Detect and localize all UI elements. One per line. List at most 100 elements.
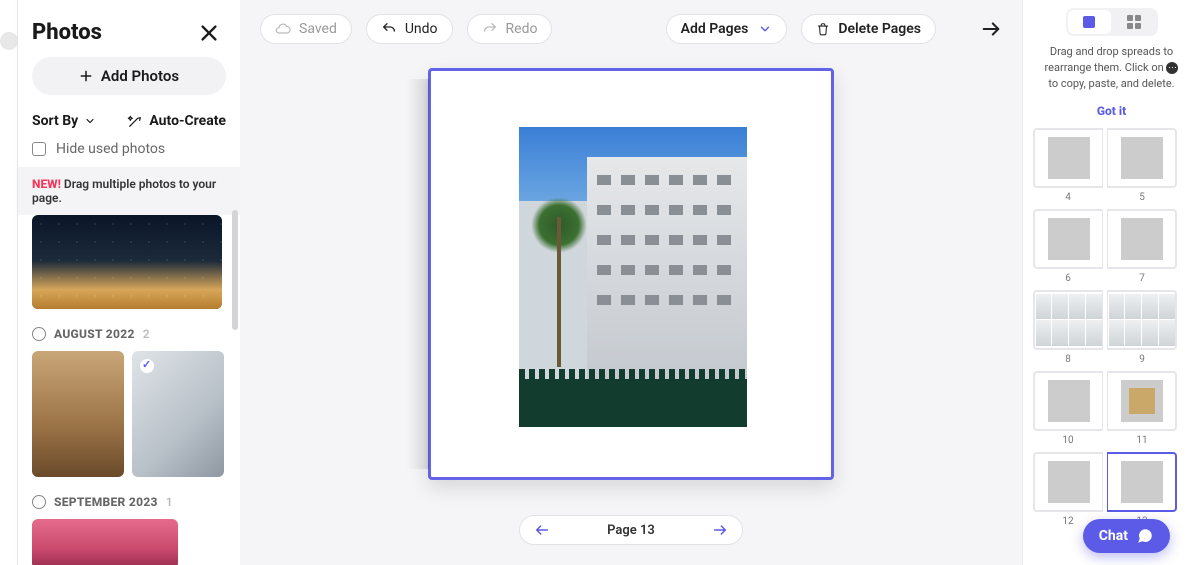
auto-create-button[interactable]: Auto-Create (127, 113, 226, 129)
group-select-radio[interactable] (32, 327, 46, 341)
page-photo[interactable] (519, 127, 747, 427)
spread-page[interactable] (1107, 290, 1177, 350)
add-photos-button[interactable]: Add Photos (32, 57, 226, 95)
add-photos-label: Add Photos (101, 67, 179, 85)
spread-page[interactable] (1107, 209, 1177, 269)
page-number: 7 (1139, 273, 1145, 284)
hide-used-label: Hide used photos (56, 141, 165, 157)
spread-page-selected[interactable] (1107, 452, 1177, 512)
spread-page[interactable] (1033, 371, 1103, 431)
photo-thumbnail-selected[interactable] (132, 351, 224, 477)
photo-group-header[interactable]: AUGUST 2022 2 (32, 327, 226, 341)
close-icon[interactable] (198, 22, 220, 44)
add-pages-label: Add Pages (681, 21, 749, 37)
spread-page[interactable] (1033, 209, 1103, 269)
cloud-check-icon (275, 21, 291, 37)
next-button[interactable] (980, 18, 1002, 40)
spread-page[interactable] (1107, 371, 1177, 431)
spread-row: 4 5 (1031, 128, 1192, 203)
photos-title: Photos (32, 20, 102, 45)
tip-line: Drag and drop spreads to (1050, 45, 1173, 58)
grid-view-button[interactable] (1113, 10, 1156, 34)
drag-tip-new: NEW! (32, 177, 61, 191)
chat-icon (1136, 527, 1154, 545)
photos-header: Photos (18, 0, 240, 57)
chevron-down-icon (84, 115, 96, 127)
sort-by-button[interactable]: Sort By (32, 113, 96, 129)
sort-row: Sort By Auto-Create (18, 113, 240, 137)
group-name: AUGUST 2022 (54, 327, 135, 341)
group-name: SEPTEMBER 2023 (54, 495, 158, 509)
page-nav: Page 13 (240, 499, 1022, 565)
page-nav-inner: Page 13 (519, 515, 743, 545)
page-number: 5 (1139, 192, 1145, 203)
view-toggle (1066, 8, 1158, 36)
drag-tip: NEW! Drag multiple photos to your page. (18, 167, 240, 215)
delete-pages-label: Delete Pages (838, 21, 921, 37)
photo-thumbnail[interactable] (32, 351, 124, 477)
page-number: 6 (1065, 273, 1071, 284)
redo-button[interactable]: Redo (467, 14, 553, 44)
delete-pages-button[interactable]: Delete Pages (801, 14, 936, 44)
single-view-button[interactable] (1068, 10, 1111, 34)
group-count: 1 (166, 495, 173, 509)
page-number: 10 (1062, 435, 1073, 446)
spread-row: 12 13 (1031, 452, 1192, 527)
page-number: 12 (1062, 516, 1073, 527)
photo-thumbnail[interactable] (32, 519, 178, 565)
page-frame[interactable] (428, 68, 834, 480)
page-number: 4 (1065, 192, 1071, 203)
hide-used-checkbox[interactable] (32, 142, 46, 156)
next-page-button[interactable] (712, 522, 728, 538)
scrollbar[interactable] (232, 210, 238, 330)
arrow-right-icon (712, 522, 728, 538)
got-it-button[interactable]: Got it (1023, 104, 1200, 118)
canvas[interactable] (240, 58, 1022, 499)
square-icon (1083, 16, 1095, 28)
prev-page-button[interactable] (534, 522, 550, 538)
undo-icon (381, 21, 397, 37)
editor: Saved Undo Redo Add Pages Delete Pages (240, 0, 1022, 565)
chevron-down-icon (758, 22, 772, 36)
page-number: 11 (1136, 435, 1147, 446)
group-select-radio[interactable] (32, 495, 46, 509)
tip-line: to copy, paste, and delete. (1048, 77, 1174, 90)
photo-group-header[interactable]: SEPTEMBER 2023 1 (32, 495, 226, 509)
left-rail-item[interactable] (0, 32, 18, 50)
chat-button[interactable]: Chat (1083, 519, 1170, 553)
page-label: Page 13 (607, 523, 655, 538)
more-icon: ⋯ (1166, 62, 1178, 74)
spread-row: 10 11 (1031, 371, 1192, 446)
photo-thumbnail[interactable] (32, 215, 222, 309)
thumb-row (32, 351, 226, 477)
toolbar-right: Add Pages Delete Pages (666, 14, 1002, 44)
grid-icon (1127, 15, 1141, 29)
spread-page[interactable] (1033, 452, 1103, 512)
group-count: 2 (143, 327, 150, 341)
toolbar-left: Saved Undo Redo (260, 14, 552, 44)
auto-create-label: Auto-Create (149, 113, 226, 129)
spreads-tip: Drag and drop spreads to rearrange them.… (1033, 44, 1190, 92)
undo-label: Undo (405, 21, 438, 37)
spreads-list: 4 5 6 7 8 9 10 11 12 13 (1023, 128, 1200, 565)
trash-icon (816, 22, 830, 36)
plus-icon (79, 69, 93, 83)
add-pages-button[interactable]: Add Pages (666, 14, 788, 44)
toolbar: Saved Undo Redo Add Pages Delete Pages (240, 0, 1022, 58)
spreads-panel: Drag and drop spreads to rearrange them.… (1022, 0, 1200, 565)
arrow-left-icon (534, 522, 550, 538)
photos-panel: Photos Add Photos Sort By Auto-Create Hi… (18, 0, 240, 565)
undo-button[interactable]: Undo (366, 14, 453, 44)
arrow-right-icon (980, 18, 1002, 40)
photo-list: AUGUST 2022 2 SEPTEMBER 2023 1 (18, 215, 240, 565)
tip-line: rearrange them. Click on (1045, 61, 1164, 74)
spread-page[interactable] (1033, 128, 1103, 188)
sparkle-icon (127, 113, 143, 129)
saved-status: Saved (260, 14, 352, 44)
page-number: 9 (1139, 354, 1145, 365)
page-number: 8 (1065, 354, 1071, 365)
spread-page[interactable] (1033, 290, 1103, 350)
spread-page[interactable] (1107, 128, 1177, 188)
chat-label: Chat (1099, 528, 1128, 544)
hide-used-row[interactable]: Hide used photos (18, 137, 240, 167)
